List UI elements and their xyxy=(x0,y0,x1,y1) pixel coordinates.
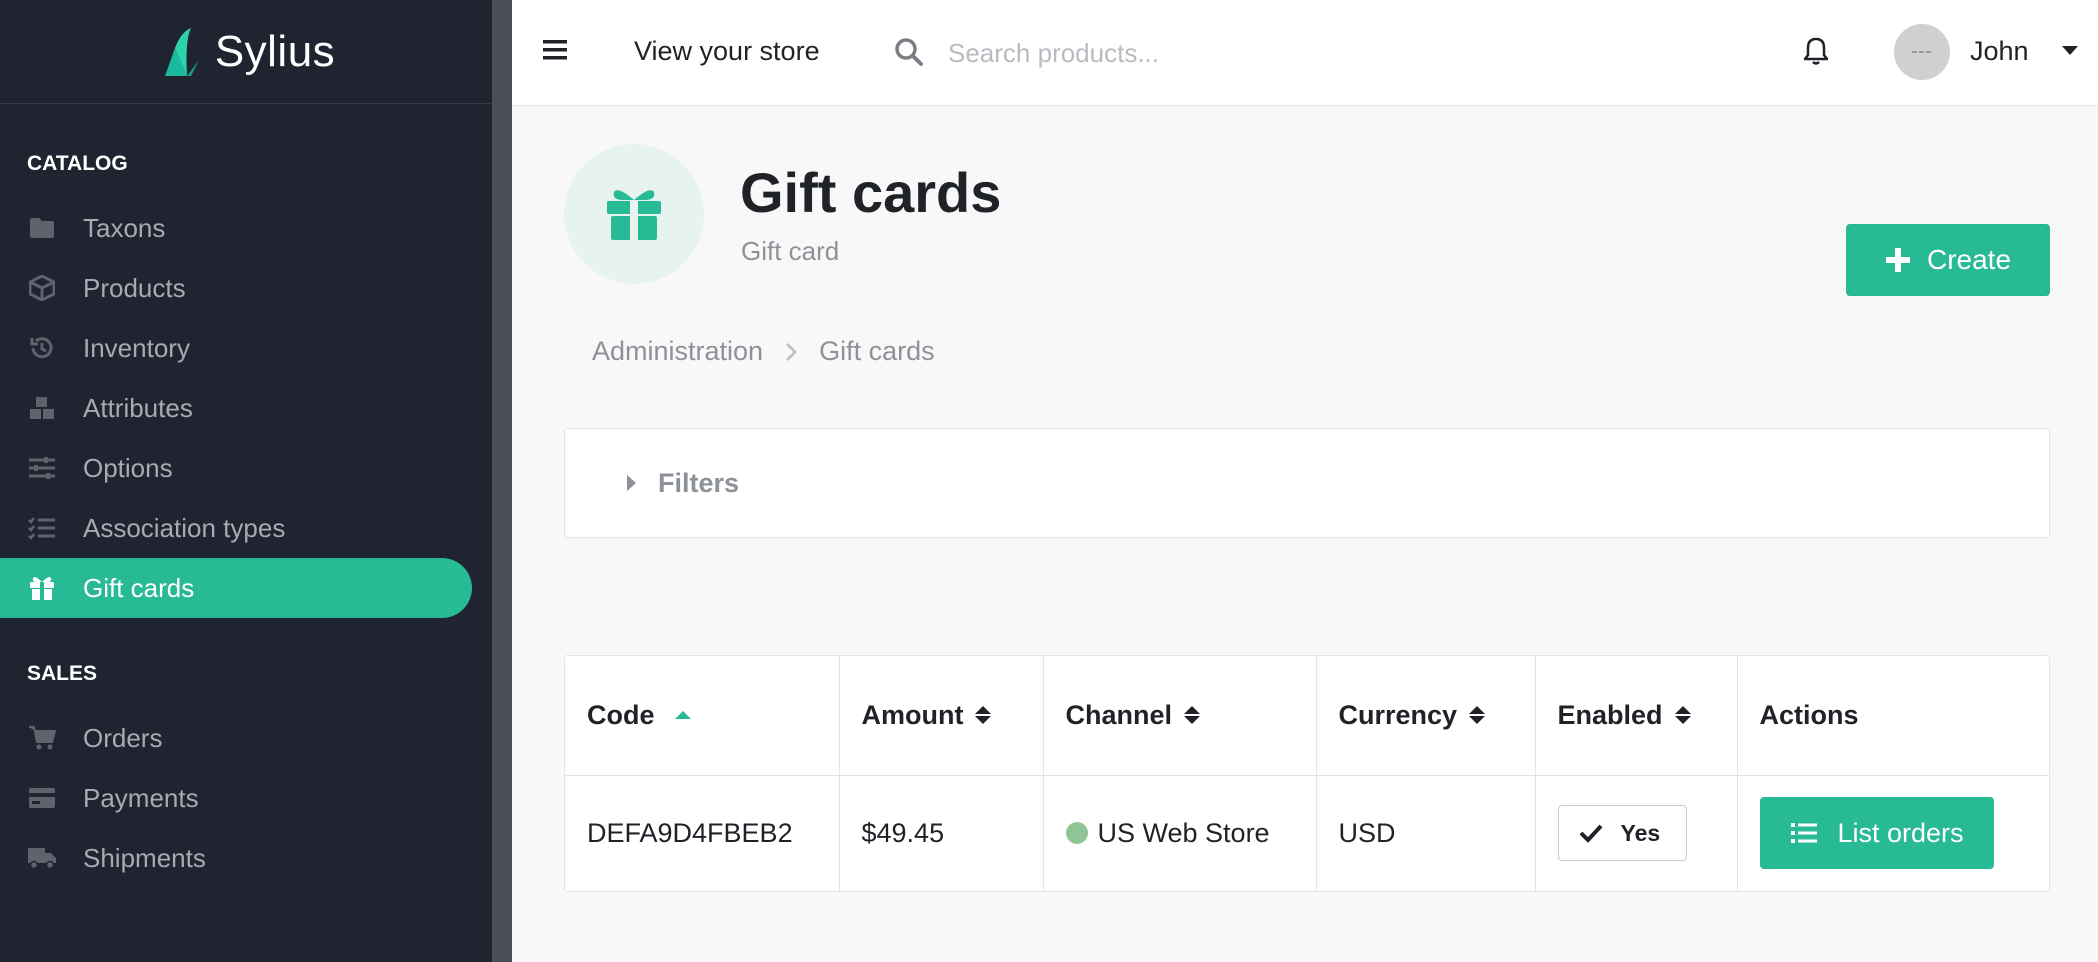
sort-icon xyxy=(1469,706,1486,725)
gift-icon xyxy=(27,573,57,603)
sidebar-item-label: Orders xyxy=(83,722,163,753)
enabled-label: Yes xyxy=(1620,819,1661,846)
sidebar-item-shipments[interactable]: Shipments xyxy=(0,828,492,888)
sidebar-item-gift-cards[interactable]: Gift cards xyxy=(0,558,472,618)
filters-label: Filters xyxy=(658,467,740,498)
sidebar: Sylius CATALOG Taxons Products Inventory… xyxy=(0,0,492,962)
create-button[interactable]: Create xyxy=(1846,224,2050,296)
sidebar-item-label: Association types xyxy=(83,512,286,543)
avatar[interactable] xyxy=(1894,24,1950,80)
sidebar-item-association-types[interactable]: Association types xyxy=(0,498,492,558)
sidebar-item-options[interactable]: Options xyxy=(0,438,492,498)
column-label: Channel xyxy=(1065,699,1173,730)
sort-icon xyxy=(1184,706,1201,725)
list-icon xyxy=(1790,823,1817,844)
search-icon xyxy=(894,37,924,72)
sort-asc-icon xyxy=(674,711,691,720)
sidebar-item-label: Attributes xyxy=(83,392,193,423)
history-icon xyxy=(27,333,57,363)
column-header-actions: Actions xyxy=(1737,656,2049,776)
user-name[interactable]: John xyxy=(1970,36,2029,67)
column-label: Currency xyxy=(1338,699,1458,730)
credit-card-icon xyxy=(27,783,57,813)
notifications-bell-icon[interactable] xyxy=(1802,36,1830,71)
logo[interactable]: Sylius xyxy=(0,0,492,104)
gift-icon xyxy=(607,190,661,240)
sidebar-section-catalog: CATALOG xyxy=(27,152,128,175)
sidebar-item-taxons[interactable]: Taxons xyxy=(0,198,492,258)
chevron-right-icon xyxy=(786,342,797,361)
sidebar-item-label: Options xyxy=(83,452,173,483)
cell-enabled: Yes xyxy=(1535,775,1738,891)
sidebar-item-inventory[interactable]: Inventory xyxy=(0,318,492,378)
sidebar-scrollbar[interactable] xyxy=(492,0,512,962)
checkmark-icon xyxy=(1579,824,1602,844)
page-header-icon xyxy=(564,144,704,284)
truck-icon xyxy=(27,843,57,873)
channel-name: US Web Store xyxy=(1097,817,1270,848)
sidebar-item-products[interactable]: Products xyxy=(0,258,492,318)
view-store-link[interactable]: View your store xyxy=(634,36,820,67)
column-label: Actions xyxy=(1759,699,1859,730)
cell-amount: $49.45 xyxy=(839,775,1044,891)
sliders-icon xyxy=(27,453,57,483)
create-button-label: Create xyxy=(1926,244,2012,275)
sidebar-item-label: Taxons xyxy=(83,212,166,243)
sidebar-item-label: Gift cards xyxy=(83,572,195,603)
logo-text: Sylius xyxy=(214,26,336,76)
sort-icon xyxy=(975,706,992,725)
breadcrumb-item-administration[interactable]: Administration xyxy=(592,336,763,367)
column-label: Enabled xyxy=(1557,699,1663,730)
column-header-channel[interactable]: Channel xyxy=(1043,656,1317,776)
list-orders-label: List orders xyxy=(1837,817,1964,848)
tasks-icon xyxy=(27,513,57,543)
sidebar-item-label: Products xyxy=(83,272,186,303)
column-header-code[interactable]: Code xyxy=(565,656,840,776)
sidebar-item-orders[interactable]: Orders xyxy=(0,708,492,768)
column-header-currency[interactable]: Currency xyxy=(1316,656,1536,776)
sidebar-item-attributes[interactable]: Attributes xyxy=(0,378,492,438)
page-title: Gift cards xyxy=(740,161,1002,224)
gift-cards-table: Code Amount Channel Currency Enabled Act… xyxy=(564,655,2050,892)
sort-icon xyxy=(1674,706,1691,725)
channel-color-dot xyxy=(1065,822,1088,845)
sidebar-item-label: Shipments xyxy=(83,842,206,873)
cube-icon xyxy=(27,273,57,303)
column-label: Code xyxy=(587,699,655,730)
table-row: DEFA9D4FBEB2 $49.45 US Web Store USD Yes xyxy=(565,775,2049,891)
sidebar-item-payments[interactable]: Payments xyxy=(0,768,492,828)
list-orders-button[interactable]: List orders xyxy=(1759,797,1994,870)
cell-code: DEFA9D4FBEB2 xyxy=(565,775,840,891)
cubes-icon xyxy=(27,393,57,423)
sylius-logo-icon xyxy=(164,27,199,76)
enabled-badge: Yes xyxy=(1557,805,1688,862)
page-subtitle: Gift card xyxy=(741,236,840,266)
menu-toggle-icon[interactable] xyxy=(542,38,570,66)
topbar: View your store John xyxy=(512,0,2098,106)
caret-right-icon xyxy=(627,475,636,491)
cell-channel: US Web Store xyxy=(1043,775,1317,891)
plus-icon xyxy=(1885,248,1910,272)
breadcrumb-item-gift-cards: Gift cards xyxy=(819,336,935,366)
sidebar-section-sales: SALES xyxy=(27,662,98,685)
sidebar-item-label: Inventory xyxy=(83,332,190,363)
table-header-row: Code Amount Channel Currency Enabled Act… xyxy=(565,656,2049,776)
chevron-down-icon[interactable] xyxy=(2062,46,2078,55)
column-header-amount[interactable]: Amount xyxy=(839,656,1044,776)
sidebar-item-label: Payments xyxy=(83,782,199,813)
filters-panel[interactable]: Filters xyxy=(564,428,2050,538)
cart-icon xyxy=(27,723,57,753)
breadcrumb: Administration Gift cards xyxy=(592,336,935,367)
cell-actions: List orders xyxy=(1737,775,2049,891)
folder-icon xyxy=(27,213,57,243)
column-label: Amount xyxy=(861,699,964,730)
search-input[interactable] xyxy=(948,30,1448,76)
column-header-enabled[interactable]: Enabled xyxy=(1535,656,1738,776)
cell-currency: USD xyxy=(1316,775,1536,891)
